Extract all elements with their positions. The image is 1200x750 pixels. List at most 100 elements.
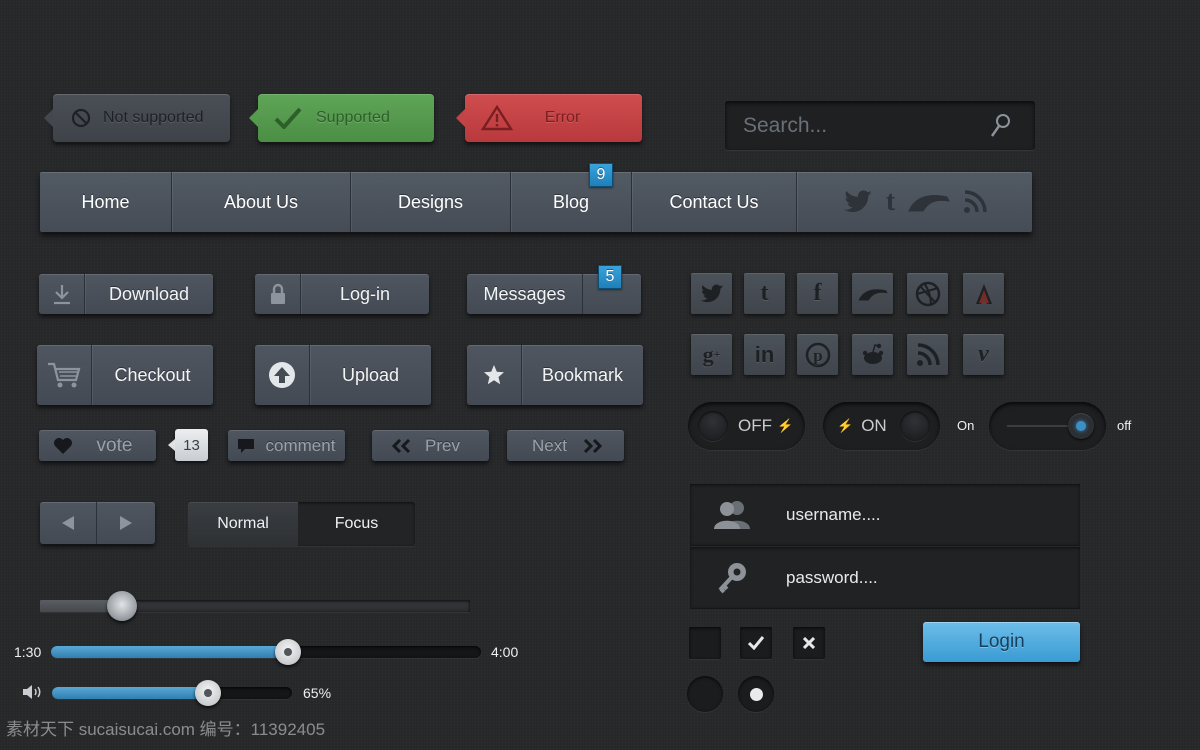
facebook-icon[interactable]: f — [797, 273, 838, 314]
comment-icon — [236, 437, 256, 455]
next-label: Next — [532, 435, 567, 455]
rss-icon[interactable] — [963, 190, 987, 214]
search-input[interactable] — [725, 113, 975, 138]
heart-icon — [53, 437, 73, 455]
off-toggle-label: OFF — [738, 416, 772, 435]
segment-normal[interactable]: Normal — [188, 502, 298, 546]
nav-item-home[interactable]: Home — [40, 172, 172, 232]
twitter-icon[interactable] — [842, 189, 874, 215]
speaker-icon[interactable] — [22, 684, 44, 700]
search-box[interactable] — [725, 101, 1035, 150]
vimeo-icon[interactable]: v — [963, 334, 1004, 375]
key-icon — [716, 561, 748, 595]
checkbox-unchecked[interactable] — [689, 627, 721, 659]
on-toggle-knob — [900, 411, 930, 441]
tumblr-icon[interactable]: t — [886, 186, 895, 218]
onoff-switch[interactable] — [989, 402, 1106, 450]
notice-supported: Supported — [249, 94, 434, 142]
upload-icon — [255, 345, 310, 405]
nav-item-blog-label: Blog — [552, 191, 590, 212]
cross-icon — [803, 637, 815, 649]
volume-fill — [52, 687, 208, 699]
bookmark-label: Bookmark — [541, 364, 624, 385]
progress-track[interactable] — [51, 646, 481, 658]
on-toggle[interactable]: ⚡ ON — [823, 402, 940, 450]
volume-thumb[interactable] — [195, 680, 221, 706]
nav-item-about-us[interactable]: About Us — [172, 172, 351, 232]
progress-fill — [51, 646, 288, 658]
vote-button[interactable]: vote — [39, 430, 156, 461]
login-button[interactable]: Log-in — [255, 274, 429, 314]
upload-label: Upload — [341, 364, 400, 385]
login-submit-button[interactable]: Login — [923, 622, 1080, 662]
segment-focus[interactable]: Focus — [298, 502, 415, 546]
total-time: 4:00 — [491, 644, 519, 660]
bookmark-button[interactable]: Bookmark — [467, 345, 643, 405]
linkedin-icon[interactable]: in — [744, 334, 785, 375]
checkbox-checked[interactable] — [740, 627, 772, 659]
password-field[interactable] — [690, 547, 1080, 609]
off-toggle[interactable]: OFF ⚡ — [688, 402, 805, 450]
comment-label: comment — [265, 435, 336, 455]
stumbleupon-icon[interactable] — [963, 273, 1004, 314]
arrow-button-group — [40, 502, 155, 544]
reddit-icon[interactable] — [852, 334, 893, 375]
watermark: 素材天下 sucaisucai.com 编号：11392405 — [6, 720, 326, 739]
checkout-label: Checkout — [114, 364, 191, 385]
comment-button[interactable]: comment — [228, 430, 345, 461]
nav-item-blog[interactable]: Blog 9 — [511, 163, 632, 232]
next-button[interactable]: Next — [507, 430, 624, 461]
notice-not-supported: Not supported — [44, 94, 230, 142]
username-field[interactable] — [690, 484, 1080, 546]
prev-button[interactable]: Prev — [372, 430, 489, 461]
deviantart-icon[interactable] — [852, 273, 893, 314]
tumblr-icon[interactable]: t — [744, 273, 785, 314]
blog-count-badge: 9 — [589, 163, 613, 187]
off-toggle-knob — [698, 411, 728, 441]
prev-label: Prev — [425, 435, 460, 455]
nav-item-designs[interactable]: Designs — [351, 172, 511, 232]
twitter-icon[interactable] — [691, 273, 732, 314]
checkbox-crossed[interactable] — [793, 627, 825, 659]
top-slider-knob[interactable] — [106, 591, 137, 621]
on-toggle-label: ON — [861, 416, 887, 435]
googleplus-icon[interactable]: g + — [691, 334, 732, 375]
top-slider-track[interactable] — [40, 600, 470, 612]
messages-button[interactable]: Messages 5 — [467, 265, 641, 314]
radio-selected[interactable] — [738, 676, 774, 712]
switch-on-label: On — [957, 418, 975, 433]
checkmark-icon — [748, 636, 764, 650]
username-input[interactable] — [786, 504, 1026, 525]
login-label: Log-in — [339, 283, 391, 304]
arrow-right-button[interactable] — [97, 502, 155, 544]
lock-icon — [255, 274, 301, 314]
user-icon — [712, 499, 752, 531]
nav-item-contact-us[interactable]: Contact Us — [632, 172, 797, 232]
pinterest-icon[interactable]: p — [797, 334, 838, 375]
deviantart-icon[interactable] — [907, 191, 951, 213]
switch-track-line — [1007, 425, 1069, 427]
volume-track[interactable] — [52, 687, 292, 699]
check-icon — [274, 107, 302, 129]
notice-error: Error — [456, 94, 642, 142]
rss-icon[interactable] — [907, 334, 948, 375]
triangle-left-icon — [62, 516, 74, 530]
progress-thumb[interactable] — [274, 639, 301, 665]
warning-icon — [481, 105, 513, 131]
upload-button[interactable]: Upload — [255, 345, 431, 405]
checkout-button[interactable]: Checkout — [37, 345, 213, 405]
messages-label: Messages — [467, 274, 583, 314]
notice-error-label: Error — [544, 109, 581, 126]
download-button[interactable]: Download — [39, 274, 213, 314]
search-icon[interactable] — [989, 113, 1011, 139]
current-time: 1:30 — [14, 644, 42, 660]
radio-unselected[interactable] — [687, 676, 723, 712]
radio-dot — [749, 687, 763, 701]
arrow-left-button[interactable] — [40, 502, 97, 544]
svg-text:p: p — [813, 346, 822, 365]
switch-off-label: off — [1117, 418, 1132, 433]
dribbble-icon[interactable] — [907, 273, 948, 314]
star-icon — [467, 345, 522, 405]
password-input[interactable] — [786, 567, 1026, 588]
vote-label: vote — [96, 434, 133, 456]
